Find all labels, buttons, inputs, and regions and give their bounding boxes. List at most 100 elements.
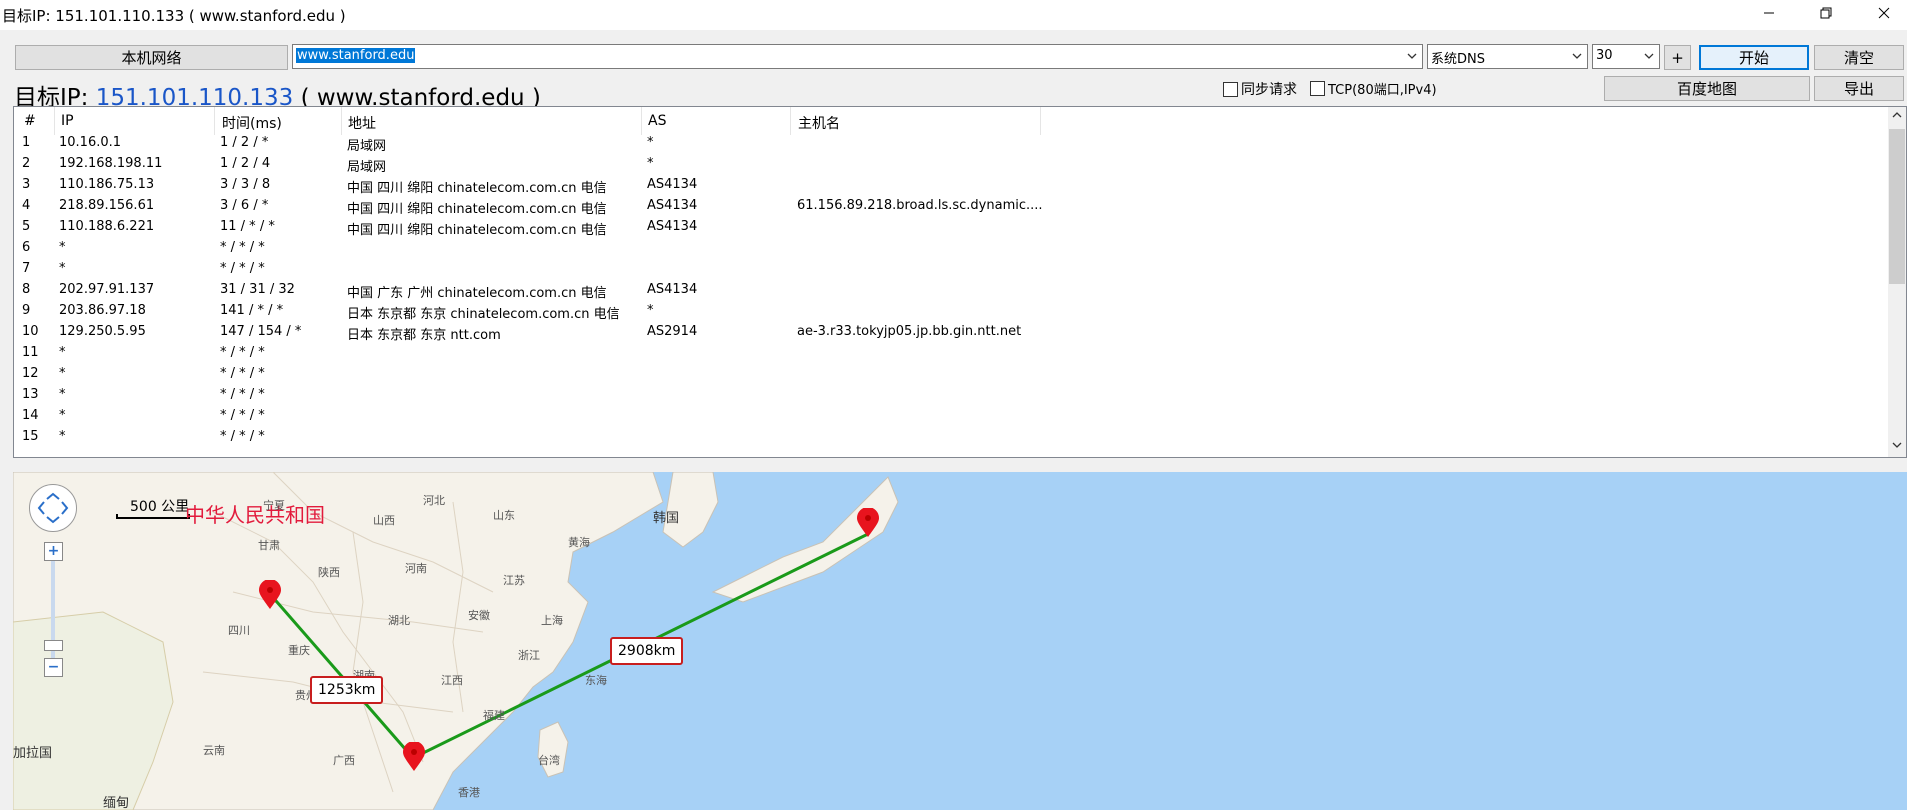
cell-index: 5 [22, 219, 31, 234]
map-region-label: 浙江 [518, 649, 540, 662]
cell-time: * / * / * [220, 240, 265, 255]
col-header-hostname[interactable]: 主机名 [798, 113, 840, 133]
add-button[interactable]: + [1664, 45, 1691, 70]
cell-hostname: 61.156.89.218.broad.ls.sc.dynamic.... [797, 198, 1043, 213]
cell-index: 12 [22, 366, 39, 381]
close-icon [1878, 7, 1890, 23]
export-button[interactable]: 导出 [1814, 76, 1904, 101]
distance-label: 2908km [610, 637, 684, 665]
minimize-button[interactable] [1746, 0, 1792, 30]
col-header-ip[interactable]: IP [61, 113, 74, 129]
col-header-time[interactable]: 时间(ms) [222, 113, 282, 133]
checkbox-icon [1310, 81, 1325, 96]
dns-select[interactable]: 系统DNS [1427, 44, 1588, 69]
map-pin-icon[interactable] [856, 507, 880, 542]
cell-time: 3 / 3 / 8 [220, 177, 271, 192]
zoom-in-button[interactable]: + [44, 542, 63, 561]
vertical-scrollbar[interactable] [1888, 107, 1906, 457]
cell-ip: * [59, 408, 66, 423]
cell-time: 141 / * / * [220, 303, 284, 318]
checkbox-icon [1223, 81, 1238, 97]
dns-value: 系统DNS [1431, 52, 1485, 67]
scroll-down-icon[interactable] [1891, 439, 1903, 455]
tcp-checkbox[interactable]: TCP(80端口,IPv4) [1310, 79, 1437, 98]
map-region-label: 黄海 [568, 536, 590, 549]
sync-request-checkbox[interactable]: 同步请求 [1223, 79, 1297, 99]
cell-as: * [647, 135, 654, 150]
cell-index: 7 [22, 261, 31, 276]
restore-button[interactable] [1803, 0, 1849, 30]
cell-index: 6 [22, 240, 31, 255]
scrollbar-thumb[interactable] [1889, 129, 1905, 284]
cell-time: * / * / * [220, 366, 265, 381]
cell-index: 4 [22, 198, 31, 213]
chevron-down-icon[interactable] [1406, 48, 1418, 68]
country-label: 中华人民共和国 [185, 503, 325, 527]
cell-ip: 192.168.198.11 [59, 156, 163, 171]
map-pan-control[interactable] [29, 484, 77, 532]
cell-index: 11 [22, 345, 39, 360]
window-title: 目标IP: 151.101.110.133 ( www.stanford.edu… [2, 7, 346, 25]
map-region-label: 缅甸 [103, 796, 130, 810]
map-region-label: 安徽 [468, 609, 490, 622]
sync-request-label: 同步请求 [1241, 82, 1297, 98]
cell-as: AS4134 [647, 198, 698, 213]
url-combobox[interactable]: www.stanford.edu [292, 44, 1423, 69]
max-hops-select[interactable]: 30 [1592, 44, 1660, 69]
map-pin-icon[interactable] [258, 579, 282, 614]
col-header-as[interactable]: AS [648, 113, 666, 129]
start-button[interactable]: 开始 [1699, 45, 1809, 70]
cell-ip: 110.188.6.221 [59, 219, 155, 234]
map-scale-bar [116, 514, 190, 519]
chevron-down-icon[interactable] [1571, 48, 1583, 68]
cell-as: * [647, 303, 654, 318]
cell-address: 中国 广东 广州 chinatelecom.com.cn 电信 [347, 286, 607, 301]
url-input-value: www.stanford.edu [296, 48, 416, 63]
map-region-label: 山西 [373, 514, 395, 527]
zoom-slider-handle[interactable] [44, 640, 63, 651]
local-network-button[interactable]: 本机网络 [15, 45, 288, 70]
cell-index: 15 [22, 429, 39, 444]
cell-time: * / * / * [220, 345, 265, 360]
map-pin-icon[interactable] [402, 741, 426, 776]
results-table[interactable]: # IP 时间(ms) 地址 AS 主机名 1 10.16.0.1 1 / 2 / … [13, 106, 1907, 458]
map-region-label: 宁夏 [263, 499, 285, 512]
minimize-icon [1763, 7, 1775, 23]
map-region-label: 云南 [203, 744, 225, 757]
col-header-index[interactable]: # [24, 113, 36, 129]
map-region-label: 河北 [423, 494, 445, 507]
route-map[interactable]: + − 500 公里 中华人民共和国 河北 山西 山东 陕西 河南 江苏 安徽 湖北 上海 浙江 四… [13, 472, 1907, 810]
cell-as: AS4134 [647, 219, 698, 234]
clear-button[interactable]: 清空 [1814, 45, 1904, 70]
distance-label: 1253km [310, 676, 384, 704]
cell-ip: 218.89.156.61 [59, 198, 155, 213]
pan-arrows-icon [37, 492, 69, 524]
cell-ip: 203.86.97.18 [59, 303, 146, 318]
cell-time: * / * / * [220, 429, 265, 444]
map-region-label: 江苏 [503, 574, 525, 587]
map-region-label: 山东 [493, 509, 515, 522]
title-bar: 目标IP: 151.101.110.133 ( www.stanford.edu… [0, 0, 1907, 30]
cell-time: 1 / 2 / 4 [220, 156, 271, 171]
scroll-up-icon[interactable] [1891, 109, 1903, 125]
cell-ip: * [59, 345, 66, 360]
baidu-map-button[interactable]: 百度地图 [1604, 76, 1810, 101]
max-hops-value: 30 [1596, 48, 1613, 63]
cell-ip: 202.97.91.137 [59, 282, 155, 297]
tcp-label: TCP(80端口,IPv4) [1328, 83, 1437, 98]
cell-index: 13 [22, 387, 39, 402]
cell-address: 中国 四川 绵阳 chinatelecom.com.cn 电信 [347, 202, 607, 217]
zoom-out-button[interactable]: − [44, 658, 63, 677]
cell-time: 3 / 6 / * [220, 198, 269, 213]
cell-index: 8 [22, 282, 31, 297]
cell-ip: * [59, 366, 66, 381]
cell-address: 局域网 [347, 139, 387, 154]
col-header-address[interactable]: 地址 [348, 113, 376, 133]
cell-ip: * [59, 429, 66, 444]
cell-time: * / * / * [220, 387, 265, 402]
zoom-slider-track[interactable] [51, 544, 55, 674]
chevron-down-icon[interactable] [1643, 48, 1655, 68]
map-region-label: 韩国 [653, 511, 680, 526]
cell-index: 9 [22, 303, 31, 318]
close-button[interactable] [1861, 0, 1907, 30]
